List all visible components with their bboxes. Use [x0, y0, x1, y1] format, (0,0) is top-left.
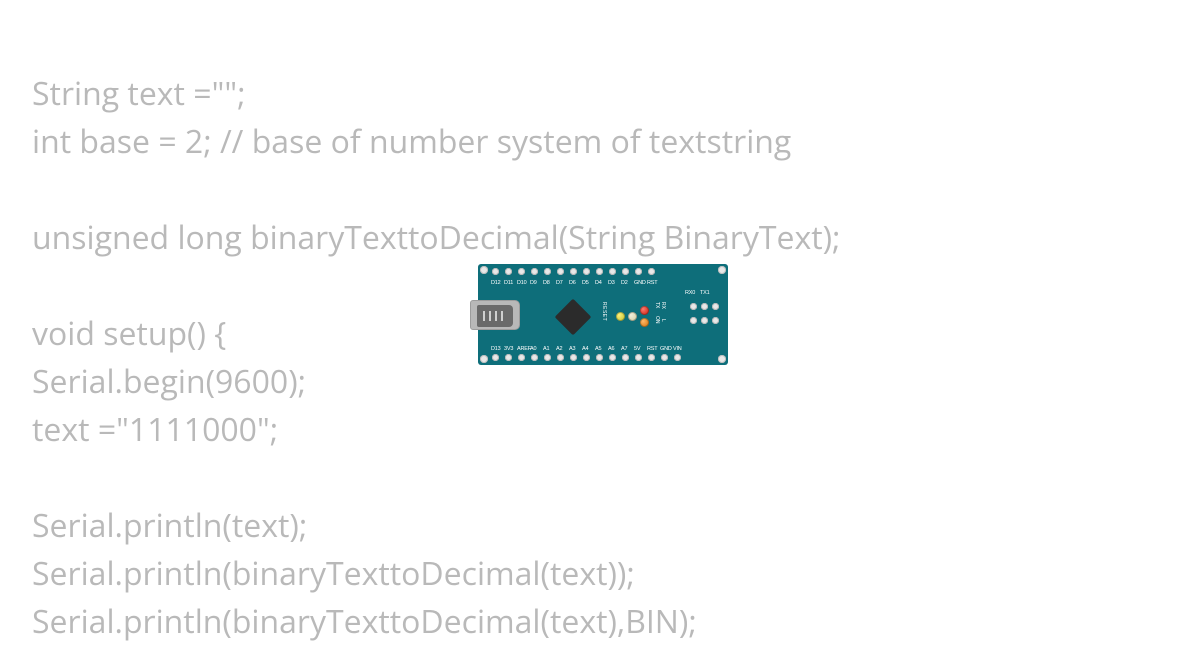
code-line: void setup() { [32, 312, 226, 355]
code-line: int base = 2; // base of number system o… [32, 120, 791, 163]
icsp-hole [701, 303, 708, 310]
reset-label: RESET [599, 302, 607, 330]
pin-label: A7 [621, 346, 627, 352]
usb-pin [495, 311, 497, 321]
pin-label: 5V [634, 346, 640, 352]
pin-label: A6 [608, 346, 614, 352]
pin-label: D6 [569, 280, 576, 286]
pin-hole [544, 268, 551, 275]
pin-hole [570, 354, 577, 361]
pin-label: D5 [582, 280, 589, 286]
pin-hole [635, 354, 642, 361]
icsp-hole [712, 317, 719, 324]
icsp-header [690, 303, 720, 327]
pin-label: A1 [543, 346, 549, 352]
pin-hole [557, 268, 564, 275]
pin-label: A5 [595, 346, 601, 352]
usb-pin [501, 311, 503, 321]
pin-label: 3V3 [504, 346, 513, 352]
pin-label: D10 [517, 280, 527, 286]
pin-hole [583, 268, 590, 275]
pin-label: D2 [621, 280, 628, 286]
pin-label: A2 [556, 346, 562, 352]
pin-hole [596, 268, 603, 275]
pin-hole [609, 268, 616, 275]
usb-pin [483, 311, 485, 321]
usb-inner [477, 305, 513, 327]
code-line: String text =""; [32, 72, 245, 115]
pin-hole [505, 354, 512, 361]
pin-hole [635, 268, 642, 275]
pin-label-rx0: RX0 [685, 290, 695, 296]
mount-hole [480, 355, 488, 363]
pin-label: D8 [543, 280, 550, 286]
pin-label: A0 [530, 346, 536, 352]
led-label-rx: RX [660, 302, 666, 309]
pin-label: D4 [595, 280, 602, 286]
pin-label: GND [634, 280, 646, 286]
pin-label: D9 [530, 280, 537, 286]
pin-label: D7 [556, 280, 563, 286]
pin-hole [661, 354, 668, 361]
code-line: unsigned long binaryTexttoDecimal(String… [32, 216, 840, 259]
icsp-hole [701, 317, 708, 324]
pin-label: RST [647, 346, 657, 352]
pin-label: RST [647, 280, 657, 286]
led-red [640, 306, 649, 315]
pin-hole [622, 354, 629, 361]
arduino-nano-board: RESET TX RX ON L RX0 TX1 D12D11D10D9D8D7… [478, 264, 728, 365]
led-offwhite [628, 312, 637, 321]
led-label-l: L [660, 319, 666, 322]
icsp-hole [712, 303, 719, 310]
code-line: Serial.println(binaryTexttoDecimal(text)… [32, 600, 697, 643]
pin-hole [492, 354, 499, 361]
pin-label: A3 [569, 346, 575, 352]
pin-hole [596, 354, 603, 361]
pin-hole [531, 354, 538, 361]
pin-hole [674, 354, 681, 361]
pin-hole [531, 268, 538, 275]
led-orange [640, 318, 649, 327]
led-yellow [616, 312, 625, 321]
pin-hole [609, 354, 616, 361]
mount-hole [718, 266, 726, 274]
icsp-hole [690, 317, 697, 324]
pin-hole [557, 354, 564, 361]
pin-label: D13 [491, 346, 501, 352]
pin-label: D3 [608, 280, 615, 286]
icsp-hole [690, 303, 697, 310]
pin-hole [518, 354, 525, 361]
pin-hole [570, 268, 577, 275]
pin-label: A4 [582, 346, 588, 352]
pin-hole [492, 268, 499, 275]
pin-hole [648, 268, 655, 275]
pin-label: VIN [673, 346, 682, 352]
pin-label: D11 [504, 280, 513, 286]
pin-hole [648, 354, 655, 361]
code-line: Serial.println(text); [32, 504, 307, 547]
pin-label-tx1: TX1 [700, 290, 710, 296]
usb-pin [489, 311, 491, 321]
mount-hole [718, 355, 726, 363]
pin-hole [505, 268, 512, 275]
pin-label: D12 [491, 280, 501, 286]
usb-connector [470, 300, 520, 330]
code-line: Serial.println(binaryTexttoDecimal(text)… [32, 552, 635, 595]
mount-hole [480, 266, 488, 274]
code-line: Serial.begin(9600); [32, 360, 306, 403]
pin-label: AREF [517, 346, 531, 352]
code-line: text ="1111000"; [32, 408, 278, 451]
pin-label: GND [660, 346, 672, 352]
pin-hole [544, 354, 551, 361]
pin-hole [622, 268, 629, 275]
pin-hole [583, 354, 590, 361]
pin-hole [518, 268, 525, 275]
